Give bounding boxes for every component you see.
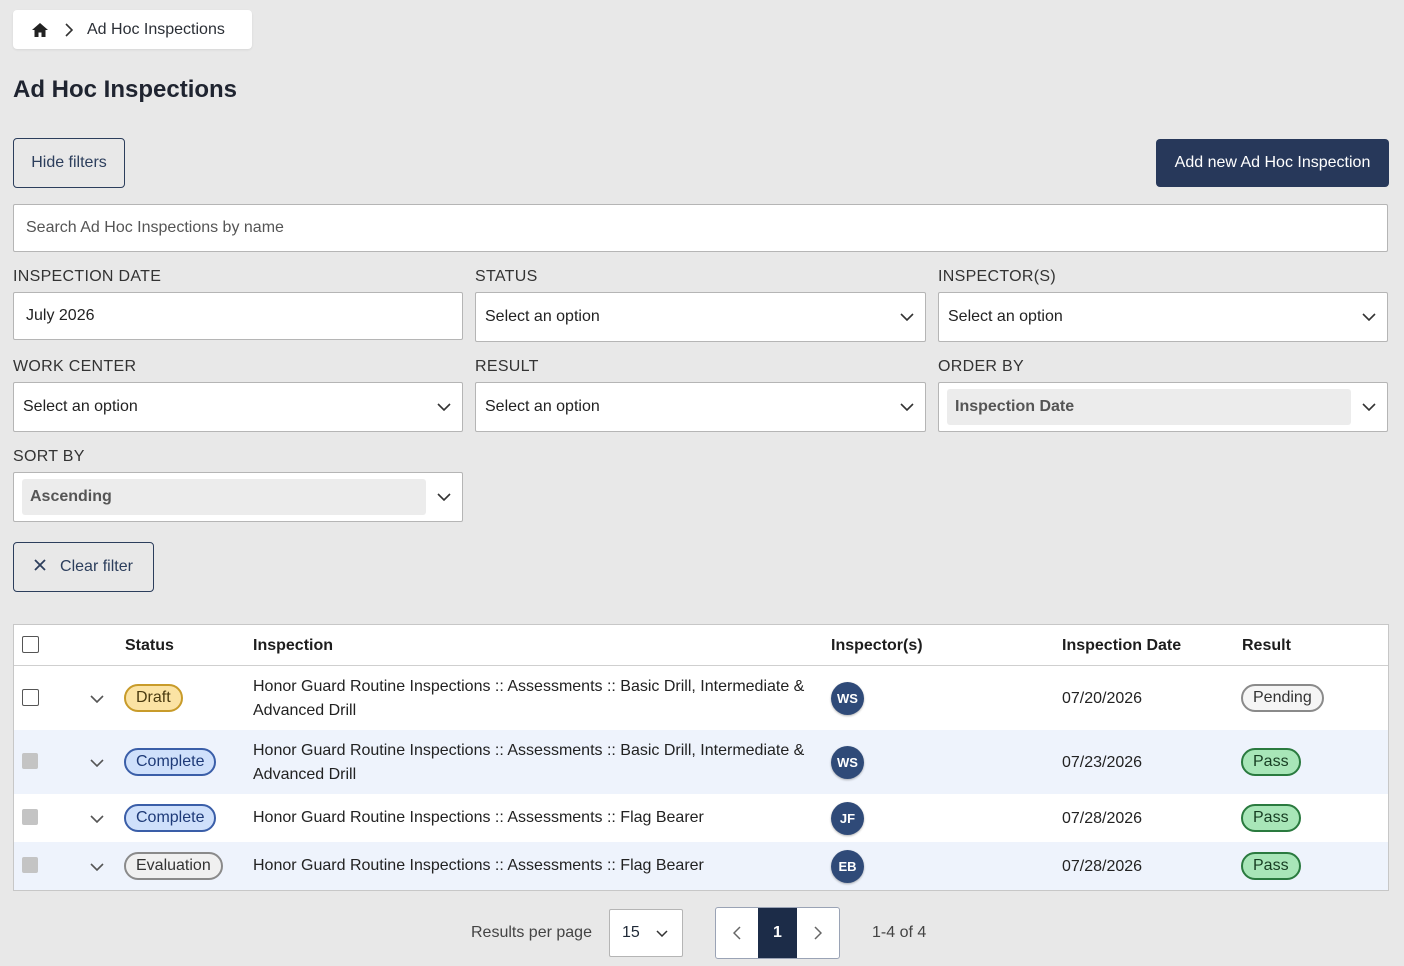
inspection-date: 07/20/2026	[1062, 690, 1143, 707]
chevron-down-icon[interactable]	[88, 754, 106, 772]
status-select-value: Select an option	[485, 308, 600, 325]
table-row[interactable]: Complete Honor Guard Routine Inspections…	[14, 730, 1388, 794]
result-badge: Pass	[1241, 852, 1301, 880]
row-checkbox-disabled	[22, 809, 38, 825]
per-page-select[interactable]: 15	[609, 909, 683, 957]
status-badge: Complete	[124, 748, 217, 776]
chevron-down-icon[interactable]	[88, 858, 106, 876]
avatar[interactable]: JF	[831, 802, 864, 835]
inspectors-select-value: Select an option	[948, 308, 1063, 325]
breadcrumb-current: Ad Hoc Inspections	[87, 20, 225, 38]
chevron-down-icon	[426, 493, 462, 501]
inspection-name-line: Honor Guard Routine Inspections :: Asses…	[253, 857, 704, 874]
column-header-inspection-date: Inspection Date	[1062, 637, 1182, 654]
chevron-right-icon	[814, 926, 822, 940]
page-title: Ad Hoc Inspections	[13, 76, 238, 103]
search-input[interactable]	[13, 204, 1388, 252]
avatar[interactable]: EB	[831, 850, 864, 883]
result-select[interactable]: Select an option	[475, 382, 926, 432]
status-badge: Complete	[124, 804, 217, 832]
inspection-name-line: Honor Guard Routine Inspections :: Asses…	[253, 742, 805, 759]
clear-filter-label: Clear filter	[60, 558, 133, 575]
inspection-name-line: Advanced Drill	[253, 766, 357, 783]
result-badge: Pending	[1241, 684, 1324, 712]
order-by-select[interactable]: Inspection Date	[938, 382, 1388, 432]
column-header-result: Result	[1242, 637, 1291, 654]
avatar[interactable]: WS	[831, 746, 864, 779]
inspection-name-line: Honor Guard Routine Inspections :: Asses…	[253, 809, 704, 826]
chevron-down-icon[interactable]	[88, 690, 106, 708]
chevron-left-icon	[733, 926, 741, 940]
pagination: 1	[715, 907, 840, 959]
inspection-name-line: Honor Guard Routine Inspections :: Asses…	[253, 678, 805, 695]
inspection-date-label: INSPECTION DATE	[13, 268, 162, 285]
current-page-button[interactable]: 1	[758, 908, 797, 958]
order-by-label: ORDER BY	[938, 358, 1024, 375]
status-label: STATUS	[475, 268, 538, 285]
inspection-date: 07/28/2026	[1062, 810, 1143, 827]
chevron-down-icon	[889, 403, 925, 411]
inspections-table: Status Inspection Inspector(s) Inspectio…	[13, 624, 1389, 891]
result-select-value: Select an option	[485, 398, 600, 415]
chevron-down-icon	[889, 313, 925, 321]
inspection-date: 07/28/2026	[1062, 858, 1143, 875]
chevron-right-icon	[65, 22, 73, 37]
work-center-select[interactable]: Select an option	[13, 382, 463, 432]
result-label: RESULT	[475, 358, 539, 375]
chevron-down-icon	[1351, 403, 1387, 411]
breadcrumb: Ad Hoc Inspections	[13, 10, 252, 49]
inspectors-select[interactable]: Select an option	[938, 292, 1388, 342]
next-page-button[interactable]	[797, 908, 839, 958]
clear-filter-button[interactable]: Clear filter	[13, 542, 154, 592]
chevron-down-icon	[426, 403, 462, 411]
order-by-selected-chip: Inspection Date	[947, 389, 1351, 425]
inspectors-label: INSPECTOR(S)	[938, 268, 1056, 285]
row-checkbox-disabled	[22, 857, 38, 873]
work-center-select-value: Select an option	[23, 398, 138, 415]
status-badge: Draft	[124, 684, 183, 712]
inspection-name[interactable]: Honor Guard Routine Inspections :: Asses…	[253, 675, 823, 723]
home-icon[interactable]	[31, 21, 49, 39]
add-new-inspection-button[interactable]: Add new Ad Hoc Inspection	[1156, 139, 1389, 187]
table-header: Status Inspection Inspector(s) Inspectio…	[14, 625, 1388, 666]
column-header-inspectors: Inspector(s)	[831, 637, 923, 654]
inspection-date-value: July 2026	[26, 307, 95, 324]
chevron-down-icon	[1351, 313, 1387, 321]
inspection-name[interactable]: Honor Guard Routine Inspections :: Asses…	[253, 739, 823, 787]
result-badge: Pass	[1241, 804, 1301, 832]
result-badge: Pass	[1241, 748, 1301, 776]
inspection-name-line: Advanced Drill	[253, 702, 357, 719]
sort-by-label: SORT BY	[13, 448, 85, 465]
sort-by-select[interactable]: Ascending	[13, 472, 463, 522]
previous-page-button[interactable]	[716, 908, 758, 958]
chevron-down-icon	[656, 924, 668, 942]
row-checkbox-disabled	[22, 753, 38, 769]
status-badge: Evaluation	[124, 852, 223, 880]
select-all-checkbox[interactable]	[22, 636, 39, 653]
avatar[interactable]: WS	[831, 682, 864, 715]
inspection-name[interactable]: Honor Guard Routine Inspections :: Asses…	[253, 854, 823, 878]
results-per-page-label: Results per page	[471, 924, 592, 941]
inspection-name[interactable]: Honor Guard Routine Inspections :: Asses…	[253, 806, 823, 830]
per-page-value: 15	[622, 924, 640, 941]
table-row[interactable]: Draft Honor Guard Routine Inspections ::…	[14, 666, 1388, 730]
status-select[interactable]: Select an option	[475, 292, 926, 342]
column-header-inspection: Inspection	[253, 637, 334, 654]
close-icon	[34, 558, 46, 576]
row-checkbox[interactable]	[22, 689, 39, 706]
chevron-down-icon[interactable]	[88, 810, 106, 828]
inspection-date: 07/23/2026	[1062, 754, 1143, 771]
table-row[interactable]: Evaluation Honor Guard Routine Inspectio…	[14, 842, 1388, 890]
column-header-status: Status	[125, 637, 174, 654]
table-row[interactable]: Complete Honor Guard Routine Inspections…	[14, 794, 1388, 842]
sort-by-selected-chip: Ascending	[22, 479, 426, 515]
inspection-date-field[interactable]: July 2026	[13, 292, 463, 340]
hide-filters-button[interactable]: Hide filters	[13, 138, 125, 188]
results-range: 1-4 of 4	[872, 924, 927, 941]
work-center-label: WORK CENTER	[13, 358, 137, 375]
